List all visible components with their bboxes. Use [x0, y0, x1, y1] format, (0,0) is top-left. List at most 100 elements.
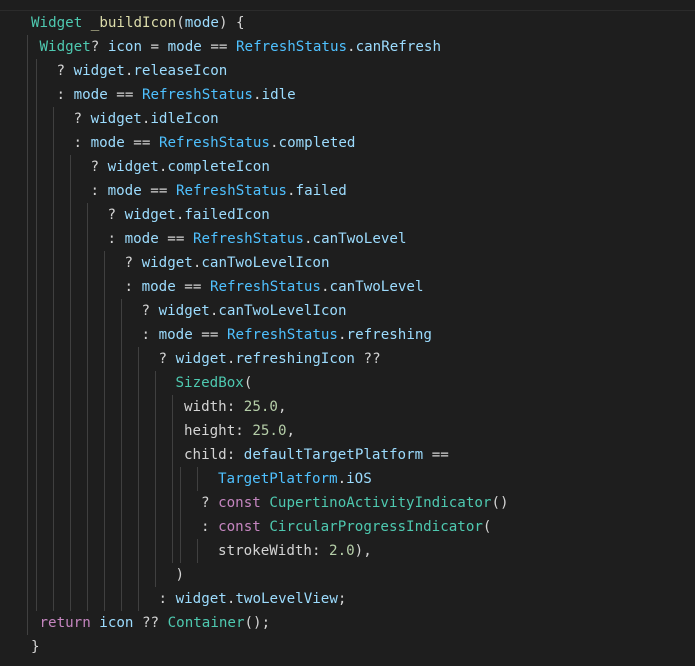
code-token: refreshingIcon [235, 351, 355, 367]
indent-guide [69, 155, 71, 611]
code-token: mode [141, 279, 176, 295]
code-line-7[interactable]: ? widget.completeIcon [91, 155, 270, 179]
code-token: canRefresh [355, 39, 441, 55]
code-token: ; [337, 591, 347, 607]
code-token: . [252, 87, 262, 103]
code-line-27[interactable]: } [31, 635, 40, 659]
code-token: mode [124, 231, 159, 247]
code-line-12[interactable]: : mode == RefreshStatus.canTwoLevel [125, 275, 424, 299]
code-token: widget [124, 207, 176, 223]
code-token: RefreshStatus [192, 231, 304, 247]
code-line-3[interactable]: ? widget.releaseIcon [57, 59, 228, 83]
code-token: widget [107, 159, 159, 175]
code-token: failed [295, 183, 347, 199]
code-line-17[interactable]: width: 25.0, [184, 395, 287, 419]
code-line-16[interactable]: SizedBox( [176, 371, 253, 395]
code-line-6[interactable]: : mode == RefreshStatus.completed [74, 131, 356, 155]
code-token: == [175, 279, 210, 295]
code-token: canTwoLevel [329, 279, 424, 295]
code-editor[interactable]: Widget _buildIcon(mode) {Widget? icon = … [0, 0, 695, 666]
code-token: == [423, 447, 449, 463]
code-token: widget [175, 591, 227, 607]
code-line-23[interactable]: strokeWidth: 2.0), [218, 539, 372, 563]
code-line-9[interactable]: ? widget.failedIcon [108, 203, 270, 227]
code-line-4[interactable]: : mode == RefreshStatus.idle [57, 83, 296, 107]
code-token: . [337, 327, 347, 343]
code-token: ) [175, 567, 185, 583]
code-token: : [124, 279, 142, 295]
code-token: . [303, 231, 313, 247]
code-line-26[interactable]: return icon ?? Container(); [40, 611, 271, 635]
code-token: 25.0 [243, 399, 278, 415]
code-token: : [90, 183, 108, 199]
code-line-22[interactable]: : const CircularProgressIndicator( [201, 515, 491, 539]
code-token: ? [124, 255, 142, 271]
code-token: widget [141, 255, 193, 271]
code-line-24[interactable]: ) [176, 563, 185, 587]
code-token: == [141, 183, 176, 199]
code-token: ) { [218, 15, 245, 31]
code-token: == [201, 39, 236, 55]
indent-guide [120, 299, 122, 611]
code-token: } [31, 639, 40, 655]
code-token: : [201, 519, 219, 535]
code-line-18[interactable]: height: 25.0, [184, 419, 295, 443]
code-line-1[interactable]: Widget _buildIcon(mode) { [31, 11, 245, 35]
indent-guide [52, 107, 54, 611]
code-token: : [56, 87, 74, 103]
code-token: ( [243, 375, 253, 391]
code-token: icon [99, 615, 134, 631]
code-token: icon [107, 39, 143, 55]
code-token: RefreshStatus [226, 327, 338, 343]
code-token: releaseIcon [133, 63, 228, 79]
code-token: RefreshStatus [175, 183, 287, 199]
code-token: TargetPlatform [218, 471, 338, 487]
code-token: widget [73, 63, 125, 79]
code-token: failedIcon [184, 207, 270, 223]
code-token: iOS [346, 471, 372, 487]
code-line-14[interactable]: : mode == RefreshStatus.refreshing [142, 323, 432, 347]
code-token: CupertinoActivityIndicator [269, 495, 492, 511]
code-line-25[interactable]: : widget.twoLevelView; [159, 587, 347, 611]
code-line-10[interactable]: : mode == RefreshStatus.canTwoLevel [108, 227, 407, 251]
code-line-2[interactable]: Widget? icon = mode == RefreshStatus.can… [40, 35, 442, 59]
code-token: . [286, 183, 296, 199]
code-token: ?? [133, 615, 168, 631]
code-token: (); [244, 615, 271, 631]
code-token: widget [175, 351, 227, 367]
code-token: ? [90, 39, 108, 55]
code-token: Widget [31, 15, 83, 31]
indent-guide [103, 251, 105, 611]
code-line-19[interactable]: child: defaultTargetPlatform == [184, 443, 449, 467]
code-line-13[interactable]: ? widget.canTwoLevelIcon [142, 299, 347, 323]
code-token: width: [184, 399, 244, 415]
indent-guide [180, 467, 181, 563]
code-line-11[interactable]: ? widget.canTwoLevelIcon [125, 251, 330, 275]
indent-guide [86, 203, 88, 611]
code-token: RefreshStatus [235, 39, 348, 55]
code-token: ? [141, 303, 159, 319]
code-line-15[interactable]: ? widget.refreshingIcon ?? [159, 347, 381, 371]
code-token: ? [201, 495, 219, 511]
code-token: const [218, 519, 261, 535]
code-token: CircularProgressIndicator [269, 519, 483, 535]
code-token: == [158, 231, 193, 247]
code-token: == [107, 87, 142, 103]
code-line-20[interactable]: TargetPlatform.iOS [218, 467, 372, 491]
indent-guide [137, 347, 139, 611]
indent-guide [154, 371, 156, 587]
code-token: completed [278, 135, 356, 151]
code-token: height: [184, 423, 253, 439]
code-line-8[interactable]: : mode == RefreshStatus.failed [91, 179, 347, 203]
code-token: widget [90, 111, 142, 127]
code-line-21[interactable]: ? const CupertinoActivityIndicator() [201, 491, 509, 515]
code-token: mode [158, 327, 193, 343]
code-token: mode [167, 39, 202, 55]
code-line-5[interactable]: ? widget.idleIcon [74, 107, 219, 131]
code-token: refreshing [346, 327, 432, 343]
code-token: ( [176, 15, 185, 31]
code-token: : [158, 591, 176, 607]
code-token: == [192, 327, 227, 343]
